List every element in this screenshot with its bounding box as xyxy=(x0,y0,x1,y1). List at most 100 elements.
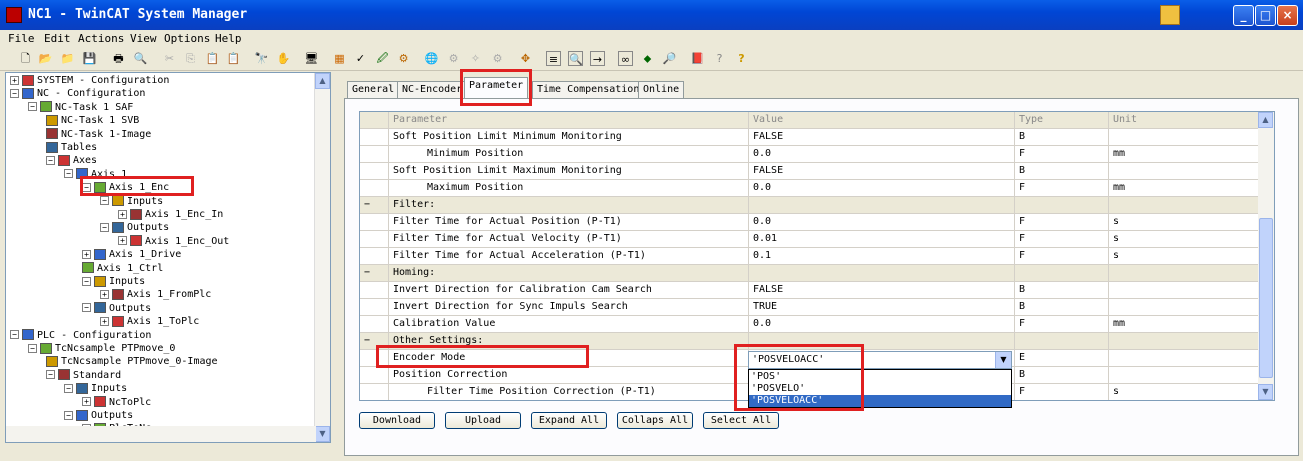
tab-time-compensation[interactable]: Time Compensation xyxy=(532,81,645,98)
tree-item[interactable]: − Inputs xyxy=(82,275,145,288)
print-icon[interactable]: 🖶 xyxy=(111,51,126,66)
collapse-icon[interactable]: − xyxy=(100,196,109,206)
table-row[interactable]: Maximum Position 0.0 Fmm xyxy=(360,180,1260,197)
scan-icon[interactable]: ⚙ xyxy=(446,51,461,66)
collapse-icon[interactable]: − xyxy=(46,370,55,380)
tree-item[interactable]: + Axis 1_FromPlc xyxy=(100,288,211,301)
find-icon[interactable]: 🔭 xyxy=(254,51,269,66)
config-icon[interactable]: ⚙ xyxy=(490,51,505,66)
tree-item[interactable]: − Inputs xyxy=(100,195,163,208)
menu-view[interactable]: View xyxy=(130,32,157,45)
collapse-icon[interactable]: − xyxy=(28,102,37,112)
table-row[interactable]: Minimum Position 0.0 Fmm xyxy=(360,146,1260,163)
goto-icon[interactable]: → xyxy=(590,51,605,66)
cell-v[interactable]: 0.0 xyxy=(749,316,1015,332)
expand-icon[interactable]: + xyxy=(118,236,127,246)
table-row[interactable]: Soft Position Limit Maximum Monitoring FA… xyxy=(360,163,1260,180)
tab-online[interactable]: Online xyxy=(638,81,685,98)
collapse-icon[interactable]: − xyxy=(46,155,55,165)
tree-item[interactable]: + Axis 1_Enc_Out xyxy=(118,235,229,248)
cell-v[interactable] xyxy=(749,197,1015,213)
new-icon[interactable]: 🗋 xyxy=(18,51,33,66)
select-all-button[interactable]: Select All xyxy=(703,412,779,429)
network-icon[interactable]: 🌐 xyxy=(424,51,439,66)
table-row[interactable]: Soft Position Limit Minimum Monitoring FA… xyxy=(360,129,1260,146)
check-icon[interactable]: ✓ xyxy=(353,51,368,66)
chevron-down-icon[interactable]: ▼ xyxy=(995,352,1011,368)
book-icon[interactable]: 📕 xyxy=(690,51,705,66)
table-row[interactable]: Calibration Value 0.0 Fmm xyxy=(360,316,1260,333)
scroll-down-icon[interactable]: ▼ xyxy=(315,426,330,442)
cell-v[interactable]: 0.0 xyxy=(749,214,1015,230)
cell-v[interactable]: FALSE xyxy=(749,282,1015,298)
row-toggle[interactable]: − xyxy=(360,265,389,281)
expand-icon[interactable]: + xyxy=(10,75,19,85)
cell-v[interactable]: 0.0 xyxy=(749,180,1015,196)
expand-icon[interactable]: + xyxy=(118,209,127,219)
group-row[interactable]: − Homing: xyxy=(360,265,1260,282)
tree-horizontal-scrollbar[interactable] xyxy=(6,426,316,442)
collapse-icon[interactable]: − xyxy=(82,276,91,286)
tree-item[interactable]: − PLC - Configuration xyxy=(10,329,151,342)
cell-v[interactable]: FALSE xyxy=(749,129,1015,145)
collapse-icon[interactable]: − xyxy=(10,88,19,98)
collapse-icon[interactable]: − xyxy=(28,343,37,353)
collapse-all-button[interactable]: Collaps All xyxy=(617,412,693,429)
collapse-icon[interactable]: − xyxy=(64,383,73,393)
link-icon[interactable]: ⬥ xyxy=(640,51,655,66)
tree-item[interactable]: + Axis 1_ToPlc xyxy=(100,315,199,328)
tree-item[interactable]: − Axes xyxy=(46,154,97,167)
copy-icon[interactable]: ⎘ xyxy=(183,51,198,66)
move-icon[interactable]: ✥ xyxy=(518,51,533,66)
tree-item[interactable]: + Axis 1_Enc_In xyxy=(118,208,223,221)
cell-v[interactable]: FALSE xyxy=(749,163,1015,179)
tree-item[interactable]: + SYSTEM - Configuration xyxy=(10,74,169,87)
cell-v[interactable]: 0.1 xyxy=(749,248,1015,264)
menu-actions[interactable]: Actions xyxy=(78,32,124,45)
expand-icon[interactable]: + xyxy=(100,289,109,299)
row-toggle[interactable]: − xyxy=(360,197,389,213)
search-icon[interactable]: 🔍 xyxy=(568,51,583,66)
table-row[interactable]: Invert Direction for Sync Impuls Search T… xyxy=(360,299,1260,316)
grid-scroll-thumb[interactable] xyxy=(1259,218,1273,378)
tree-item[interactable]: − NC - Configuration xyxy=(10,87,145,100)
tree-item[interactable]: − NC-Task 1 SAF xyxy=(28,101,133,114)
cell-v[interactable]: 0.0 xyxy=(749,146,1015,162)
hand-icon[interactable]: ✋ xyxy=(276,51,291,66)
tree-item[interactable]: − Outputs xyxy=(100,221,169,234)
collapse-icon[interactable]: − xyxy=(100,222,109,232)
upload-button[interactable]: Upload xyxy=(445,412,521,429)
scroll-up-icon[interactable]: ▲ xyxy=(315,73,330,89)
table-row[interactable]: Filter Time for Actual Acceleration (P-T… xyxy=(360,248,1260,265)
tree-item[interactable]: − Outputs xyxy=(82,302,151,315)
tree-item[interactable]: − Inputs xyxy=(64,382,127,395)
collapse-icon[interactable]: − xyxy=(10,330,19,340)
collapse-icon[interactable]: − xyxy=(64,410,73,420)
header-value[interactable]: Value xyxy=(749,112,1015,128)
grid-vertical-scrollbar[interactable]: ▲ ▼ xyxy=(1258,112,1274,400)
cell-v[interactable]: 0.01 xyxy=(749,231,1015,247)
menu-edit[interactable]: Edit xyxy=(44,32,71,45)
tree-item[interactable]: − TcNcsample PTPmove_0 xyxy=(28,342,175,355)
grid-scroll-up-icon[interactable]: ▲ xyxy=(1258,112,1273,128)
tree-item[interactable]: TcNcsample PTPmove_0-Image xyxy=(46,355,218,368)
header-type[interactable]: Type xyxy=(1015,112,1109,128)
restart-icon[interactable]: ⚙ xyxy=(396,51,411,66)
help-topic-icon[interactable]: ? xyxy=(712,51,727,66)
print-preview-icon[interactable]: 🔍 xyxy=(133,51,148,66)
download-button[interactable]: Download xyxy=(359,412,435,429)
table-row[interactable]: Filter Time for Actual Position (P-T1) 0.… xyxy=(360,214,1260,231)
tab-general[interactable]: General xyxy=(347,81,400,98)
menu-help[interactable]: Help xyxy=(215,32,242,45)
tree-item[interactable]: − Outputs xyxy=(64,409,133,422)
menu-options[interactable]: Options xyxy=(164,32,210,45)
tab-nc-encoder[interactable]: NC-Encoder xyxy=(397,81,468,98)
cut-icon[interactable]: ✂ xyxy=(162,51,177,66)
grid-scroll-down-icon[interactable]: ▼ xyxy=(1258,384,1273,400)
list-icon[interactable]: ≡ xyxy=(546,51,561,66)
tree-item[interactable]: Axis 1_Ctrl xyxy=(82,262,163,275)
activate-icon[interactable]: 🖉 xyxy=(375,51,390,66)
group-row[interactable]: − Filter: xyxy=(360,197,1260,214)
tree-item[interactable]: NC-Task 1-Image xyxy=(46,128,151,141)
table-row[interactable]: Filter Time for Actual Velocity (P-T1) 0.… xyxy=(360,231,1260,248)
